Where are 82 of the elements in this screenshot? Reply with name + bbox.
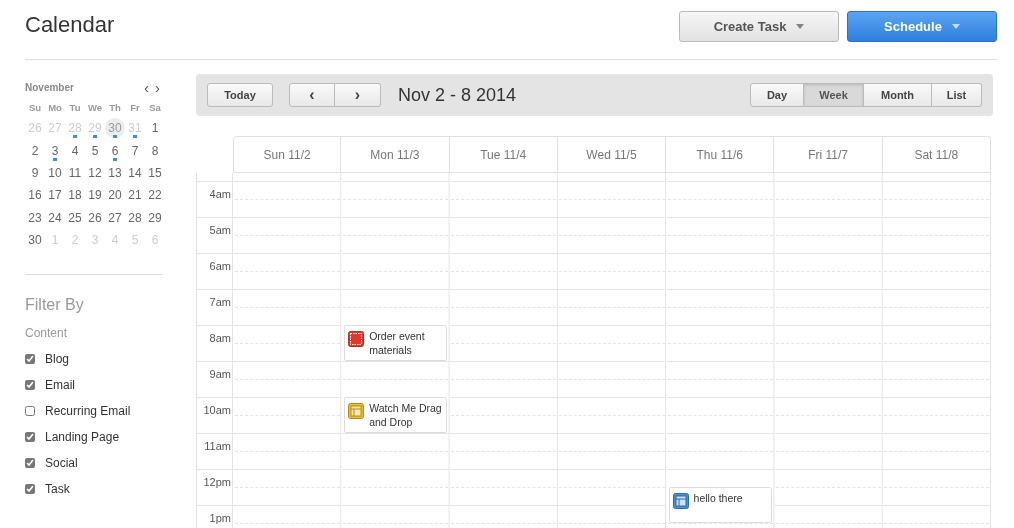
time-label: 11am	[204, 440, 231, 452]
filter-group-label: Content	[25, 325, 69, 343]
day-header: Wed 11/5	[557, 136, 667, 173]
weekday-label: Su	[27, 101, 43, 115]
filter-label: Social	[45, 455, 78, 473]
filter-label: Blog	[45, 351, 70, 369]
calendar-day[interactable]: 15	[145, 161, 165, 185]
day-header: Sat 11/8	[882, 136, 991, 173]
page-title: Calendar	[25, 11, 115, 39]
schedule-button[interactable]: Schedule	[847, 11, 997, 42]
calendar-day[interactable]: 2	[25, 139, 45, 162]
calendar-day[interactable]: 18	[65, 184, 85, 207]
weekday-label: Fr	[129, 101, 141, 115]
calendar-day[interactable]: 26	[85, 206, 105, 229]
day-header: Thu 11/6	[666, 136, 775, 173]
filter-label: Recurring Email	[45, 403, 131, 421]
time-label: 9am	[209, 368, 231, 380]
time-label: 5am	[209, 224, 231, 236]
calendar-day[interactable]: 25	[65, 206, 85, 229]
month-label: November	[25, 81, 74, 95]
day-header: Mon 11/3	[341, 136, 450, 173]
time-label: 1pm	[209, 512, 231, 524]
view-tab[interactable]: List	[932, 83, 982, 107]
calendar-day[interactable]: 24	[45, 206, 65, 229]
previous-month-button[interactable]: ‹	[141, 80, 152, 95]
calendar-day[interactable]: 13	[105, 161, 125, 185]
calendar-day[interactable]: 20	[105, 184, 125, 207]
time-label: 10am	[203, 404, 231, 416]
calendar-day[interactable]: 21	[125, 184, 145, 207]
calendar-day[interactable]: 11	[65, 161, 85, 185]
view-tab[interactable]: Week	[804, 83, 864, 107]
calendar-day[interactable]: 8	[145, 139, 165, 162]
calendar-day[interactable]: 1	[145, 117, 165, 140]
calendar-day[interactable]: 27	[105, 206, 125, 229]
calendar-day[interactable]: 5	[85, 139, 105, 162]
time-label: 7am	[209, 296, 231, 308]
event-card[interactable]: Order event materials	[344, 325, 448, 361]
calendar-day[interactable]: 16	[25, 184, 45, 207]
next-month-button[interactable]: ›	[152, 80, 163, 95]
event-card[interactable]: hello there	[668, 487, 772, 523]
calendar-day[interactable]: 23	[25, 206, 45, 229]
view-tab[interactable]: Day	[750, 83, 804, 107]
day-header: Sun 11/2	[233, 136, 342, 173]
weekday-label: Th	[108, 101, 122, 115]
view-tab[interactable]: Month	[864, 83, 932, 107]
time-label: 8am	[209, 332, 231, 344]
calendar-day[interactable]: 7	[125, 139, 145, 162]
event-card[interactable]: Watch Me Drag and Drop	[344, 397, 448, 433]
calendar-day[interactable]: 6	[105, 139, 125, 162]
previous-week-button[interactable]: ‹	[289, 83, 335, 107]
next-week-button[interactable]: ›	[335, 83, 381, 107]
weekday-label: Tu	[68, 101, 82, 115]
weekday-label: Sa	[148, 101, 162, 115]
day-header: Tue 11/4	[449, 136, 558, 173]
filter-label: Task	[45, 481, 70, 499]
calendar-day[interactable]: 14	[125, 161, 145, 185]
event-title: Order event materials	[369, 329, 426, 358]
calendar-day[interactable]: 19	[85, 184, 105, 207]
calendar-day[interactable]: 10	[45, 161, 65, 185]
filter-label: Landing Page	[45, 429, 120, 447]
calendar-day[interactable]: 17	[45, 184, 65, 207]
filter-heading: Filter By	[25, 295, 85, 316]
weekday-label: We	[86, 101, 104, 115]
calendar-day[interactable]: 4	[65, 139, 85, 162]
calendar-day[interactable]: 28	[125, 206, 145, 229]
time-label: 6am	[209, 260, 231, 272]
calendar-day[interactable]: 3	[45, 139, 65, 162]
calendar-day[interactable]: 9	[25, 161, 45, 185]
create-task-button[interactable]: Create Task	[679, 11, 839, 42]
calendar-day[interactable]: 22	[145, 184, 165, 207]
day-header: Fri 11/7	[774, 136, 883, 173]
event-title: hello there	[693, 491, 743, 506]
event-title: Watch Me Drag and Drop	[369, 401, 443, 430]
time-label: 4am	[209, 188, 231, 200]
weekday-label: Mo	[47, 101, 63, 115]
date-range-label: Nov 2 - 8 2014	[398, 83, 517, 107]
calendar-day[interactable]: 12	[85, 161, 105, 185]
calendar-day[interactable]: 29	[145, 206, 165, 229]
filter-label: Email	[45, 377, 75, 395]
today-button[interactable]: Today	[207, 83, 273, 107]
time-label: 12pm	[203, 476, 231, 488]
calendar-day[interactable]: 30	[25, 228, 45, 252]
